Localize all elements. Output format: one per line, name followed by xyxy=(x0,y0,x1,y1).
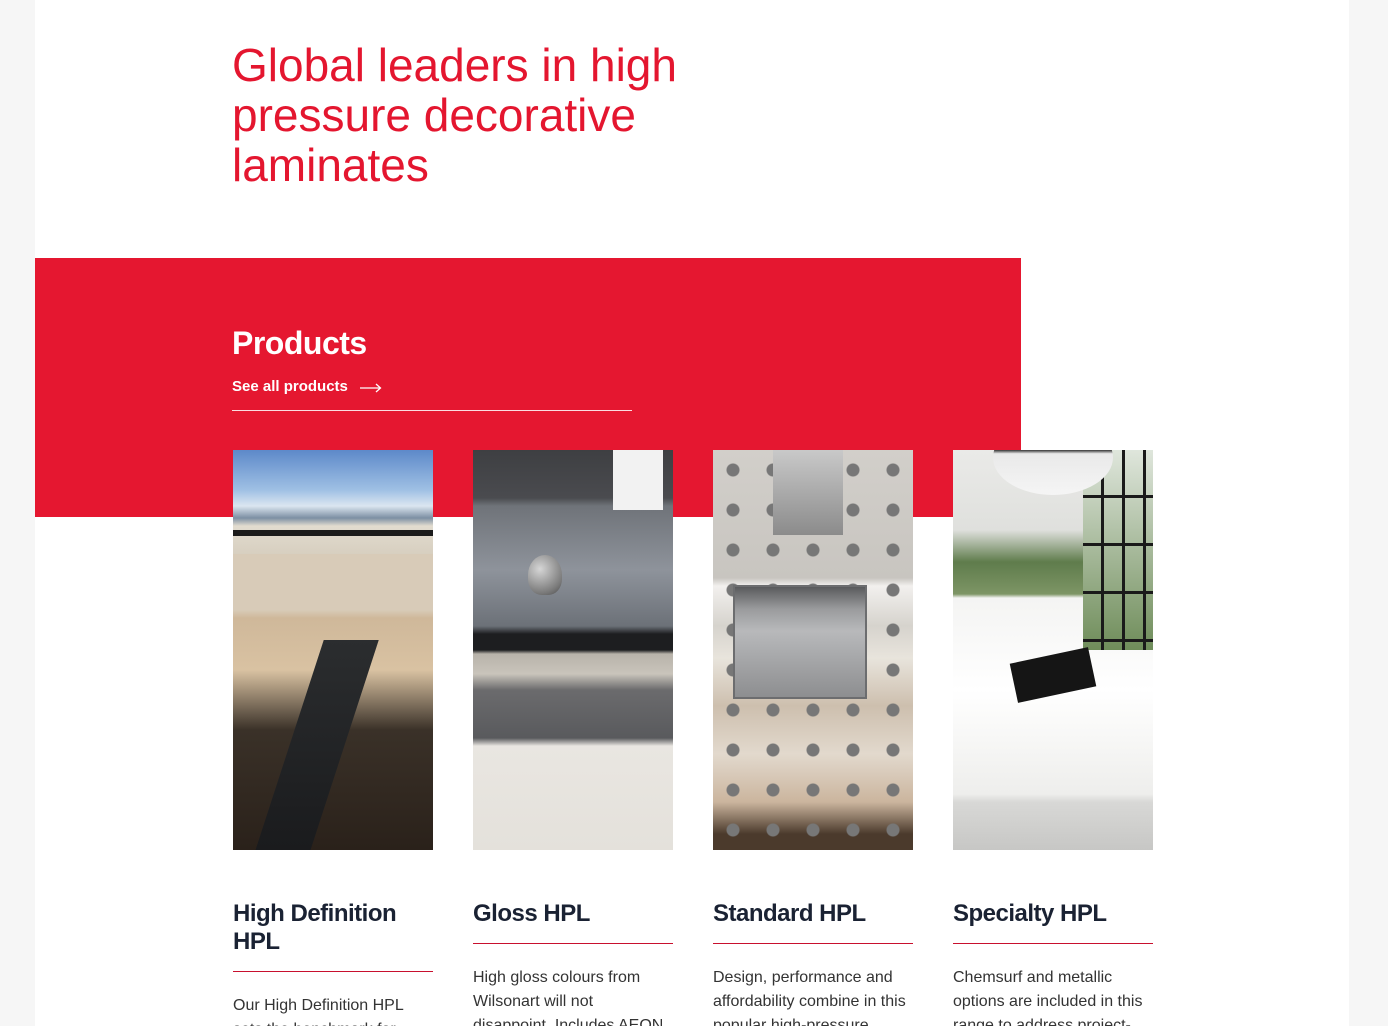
product-card-high-definition-hpl[interactable]: High Definition HPL Our High Definition … xyxy=(233,450,433,1026)
page-container: Global leaders in high pressure decorati… xyxy=(35,0,1349,1026)
products-heading: Products xyxy=(232,325,367,361)
standard-hpl-image[interactable] xyxy=(713,450,913,850)
hero-title: Global leaders in high pressure decorati… xyxy=(232,39,677,191)
cabinet-shape xyxy=(613,450,663,510)
product-card-description: Design, performance and affordability co… xyxy=(713,969,906,1026)
table-runner-shape xyxy=(252,640,379,850)
product-card-gloss-hpl[interactable]: Gloss HPL High gloss colours from Wilson… xyxy=(473,450,673,1026)
see-all-products-label: See all products xyxy=(232,378,348,395)
product-card-description: Our High Definition HPL sets the benchma… xyxy=(233,997,404,1026)
kettle-shape xyxy=(528,555,562,595)
product-card-specialty-hpl[interactable]: Specialty HPL Chemsurf and metallic opti… xyxy=(953,450,1153,1026)
product-card-title[interactable]: Standard HPL xyxy=(713,900,913,944)
window-frame-shape xyxy=(233,450,433,536)
tray-shape xyxy=(1009,647,1097,703)
stove-range-shape xyxy=(733,585,867,699)
arrow-right-icon xyxy=(359,383,382,393)
high-definition-hpl-image[interactable] xyxy=(233,450,433,850)
specialty-hpl-image[interactable] xyxy=(953,450,1153,850)
range-hood-shape xyxy=(773,450,843,535)
product-card-title[interactable]: High Definition HPL xyxy=(233,900,433,972)
see-all-products-link[interactable]: See all products xyxy=(232,377,632,411)
gloss-hpl-image[interactable] xyxy=(473,450,673,850)
product-card-description: High gloss colours from Wilsonart will n… xyxy=(473,969,664,1026)
product-card-title[interactable]: Specialty HPL xyxy=(953,900,1153,944)
product-card-standard-hpl[interactable]: Standard HPL Design, performance and aff… xyxy=(713,450,913,1026)
product-card-title[interactable]: Gloss HPL xyxy=(473,900,673,944)
product-card-description: Chemsurf and metallic options are includ… xyxy=(953,969,1143,1026)
